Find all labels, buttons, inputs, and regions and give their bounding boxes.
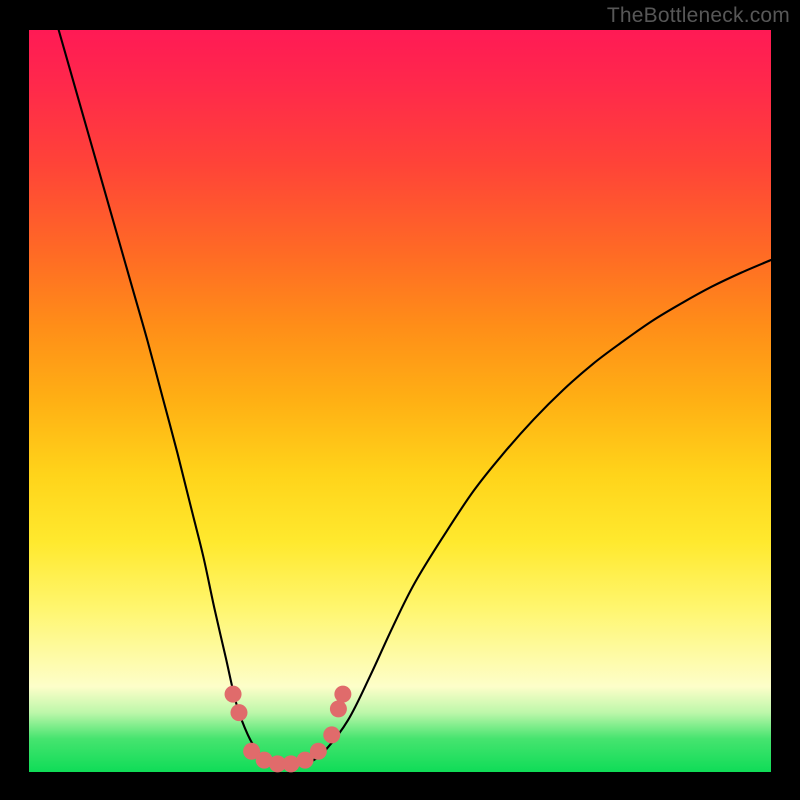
- highlight-marker: [323, 726, 340, 743]
- chart-svg: [29, 30, 771, 772]
- highlight-marker: [330, 700, 347, 717]
- highlight-markers: [225, 686, 352, 773]
- bottleneck-curve: [59, 30, 771, 765]
- chart-frame: TheBottleneck.com: [0, 0, 800, 800]
- highlight-marker: [310, 743, 327, 760]
- watermark-text: TheBottleneck.com: [607, 4, 790, 28]
- highlight-marker: [334, 686, 351, 703]
- highlight-marker: [225, 686, 242, 703]
- highlight-marker: [230, 704, 247, 721]
